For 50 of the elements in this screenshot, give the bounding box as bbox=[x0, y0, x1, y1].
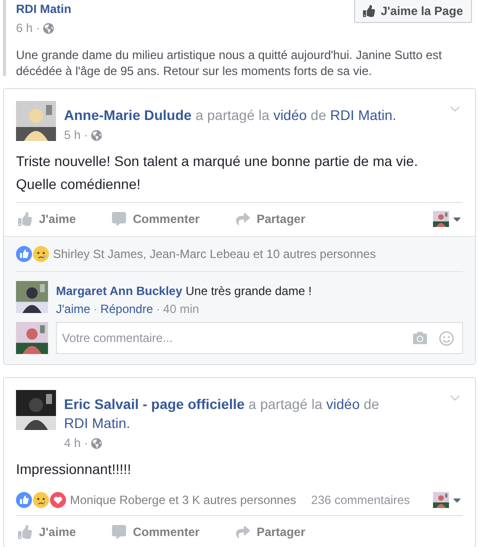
sad-face-icon bbox=[33, 246, 49, 262]
post-time[interactable]: 5 h · bbox=[64, 128, 88, 142]
heart-reaction-icon bbox=[50, 492, 66, 508]
post-text: Une grande dame du milieu artistique nous a quitté aujourd'hui. Janine Sutto est décédée à l'âge de 95 ans. Retour sur les moments forts de sa vie. bbox=[16, 47, 443, 79]
reaction-summary[interactable]: Monique Roberge et 3 K autres personnes bbox=[70, 493, 296, 507]
post-text: Impressionnant!!!!! bbox=[16, 460, 132, 479]
author-link[interactable]: Anne-Marie Dulude bbox=[64, 107, 192, 123]
camera-icon[interactable] bbox=[413, 331, 427, 345]
separator: · bbox=[93, 302, 98, 316]
page-link[interactable]: RDI Matin. bbox=[330, 107, 396, 123]
thumbs-up-icon bbox=[18, 524, 32, 538]
speech-bubble-icon bbox=[112, 524, 126, 538]
reply-link[interactable]: Répondre bbox=[100, 302, 154, 316]
share-arrow-icon bbox=[236, 212, 250, 226]
like-reaction-icon bbox=[16, 492, 32, 508]
video-link[interactable]: vidéo bbox=[326, 396, 360, 412]
comment-button[interactable]: Commenter bbox=[110, 524, 202, 538]
thumbs-up-icon bbox=[18, 212, 32, 226]
separator: · bbox=[156, 302, 160, 316]
like-link[interactable]: J'aime bbox=[56, 302, 90, 316]
video-link[interactable]: vidéo bbox=[273, 107, 307, 123]
post-header: Anne-Marie Dulude a partagé la vidéo de RDI Matin. bbox=[64, 106, 398, 125]
commenter-link[interactable]: Margaret Ann Buckley bbox=[56, 284, 182, 298]
globe-icon bbox=[91, 130, 102, 140]
reaction-summary[interactable]: Shirley St James, Jean-Marc Lebeau et 10 autres personnes bbox=[53, 247, 376, 261]
post-header: Eric Salvail - page officielle a partagé la vidéo de RDI Matin. bbox=[64, 395, 380, 433]
like-reaction-icon bbox=[16, 246, 32, 262]
post-time[interactable]: 4 h · bbox=[64, 436, 88, 450]
speech-bubble-icon bbox=[112, 212, 126, 226]
sad-face-icon bbox=[33, 492, 49, 508]
page-link[interactable]: RDI Matin. bbox=[64, 415, 130, 431]
post-text: Triste nouvelle! Son talent a marqué une bonne partie de ma vie. Quelle comédienne! bbox=[16, 152, 419, 194]
like-button[interactable]: J'aime bbox=[16, 524, 78, 538]
comment-count[interactable]: 236 commentaires bbox=[311, 493, 410, 507]
post-time[interactable]: 6 h · bbox=[16, 21, 40, 35]
globe-icon bbox=[91, 438, 102, 448]
author-link[interactable]: Eric Salvail - page officielle bbox=[64, 396, 245, 412]
like-page-button[interactable]: J'aime la Page bbox=[354, 0, 472, 23]
page-name-link[interactable]: RDI Matin bbox=[16, 2, 72, 16]
share-button[interactable]: Partager bbox=[234, 524, 308, 538]
comment-field[interactable]: Votre commentaire... bbox=[56, 322, 463, 354]
share-arrow-icon bbox=[236, 524, 250, 538]
smiley-icon[interactable] bbox=[439, 330, 454, 346]
share-button[interactable]: Partager bbox=[234, 212, 308, 226]
comment-time[interactable]: 40 min bbox=[163, 302, 200, 316]
comment-text: Margaret Ann Buckley Une très grande dame ! bbox=[56, 283, 313, 299]
like-button[interactable]: J'aime bbox=[16, 212, 78, 226]
comment-button[interactable]: Commenter bbox=[110, 212, 202, 226]
thumbs-up-icon bbox=[362, 5, 375, 17]
globe-icon bbox=[43, 22, 54, 34]
